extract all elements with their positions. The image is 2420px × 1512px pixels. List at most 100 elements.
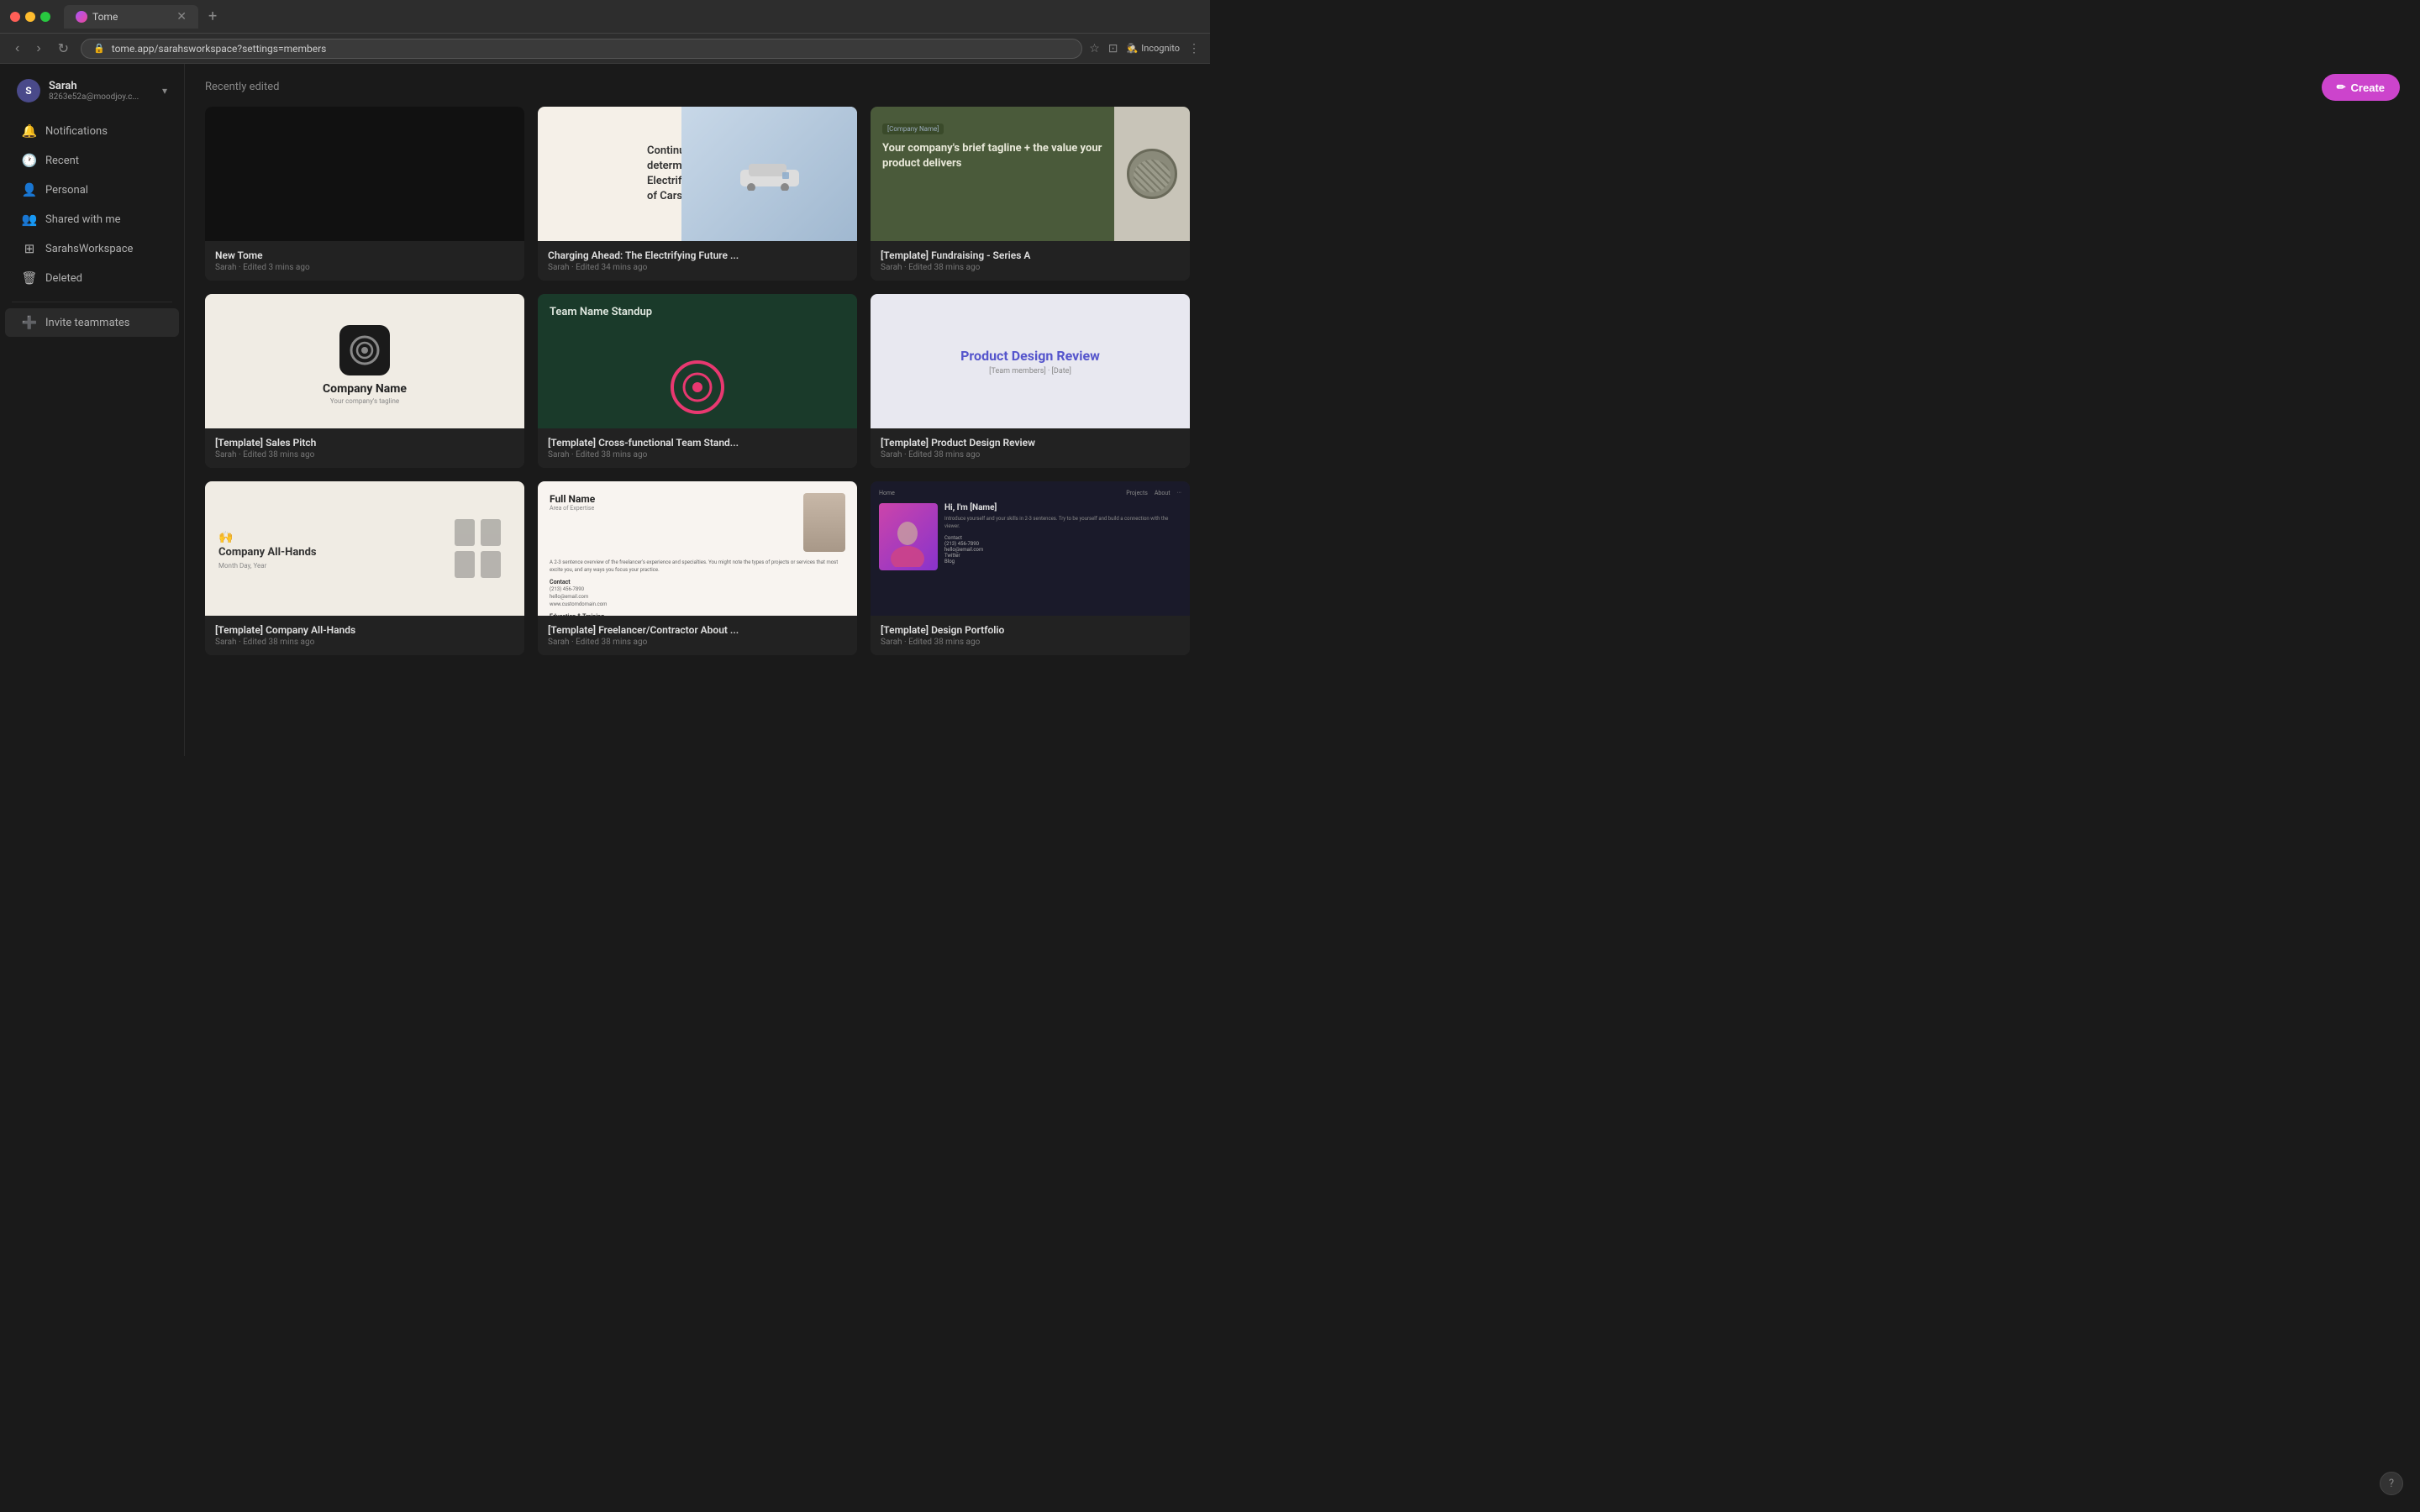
add-person-icon: ➕	[22, 315, 37, 330]
sales-logo	[339, 325, 390, 375]
section-title: Recently edited	[205, 81, 1190, 93]
url-text: tome.app/sarahsworkspace?settings=member…	[112, 43, 327, 55]
portfolio-home: Home	[879, 490, 895, 496]
product-title: Product Design Review	[960, 348, 1100, 364]
browser-tab[interactable]: Tome ✕	[64, 5, 198, 29]
minimize-button[interactable]	[25, 12, 35, 22]
create-button[interactable]: ✏ Create	[2322, 74, 2400, 101]
allhands-title: Company All-Hands	[218, 546, 444, 559]
invite-label: Invite teammates	[45, 317, 130, 329]
allhands-text: 🙌 Company All-Hands Month Day, Year	[218, 528, 444, 570]
card-title: [Template] Company All-Hands	[215, 624, 514, 636]
tab-title: Tome	[92, 11, 118, 23]
back-button[interactable]: ‹	[10, 39, 24, 58]
forward-button[interactable]: ›	[31, 39, 45, 58]
sidebar-item-label: Personal	[45, 184, 88, 197]
portfolio-description: Introduce yourself and your skills in 2-…	[944, 515, 1181, 530]
lock-icon: 🔒	[93, 43, 105, 54]
sidebar-item-deleted[interactable]: 🗑 Deleted	[5, 264, 179, 292]
sidebar-item-label: Recent	[45, 155, 79, 167]
main-content: Recently edited New Tome Sarah · Edited …	[185, 64, 1210, 756]
address-bar[interactable]: 🔒 tome.app/sarahsworkspace?settings=memb…	[81, 39, 1082, 59]
company-name-label: [Company Name]	[882, 123, 944, 134]
car-svg	[736, 157, 803, 191]
card-meta: Sarah · Edited 38 mins ago	[215, 450, 514, 459]
portfolio-image	[879, 503, 938, 570]
card-footer: [Template] Freelancer/Contractor About .…	[538, 616, 857, 655]
card-freelancer[interactable]: Full Name Area of Expertise A 2-3 senten…	[538, 481, 857, 655]
browser-chrome: Tome ✕ +	[0, 0, 1210, 34]
card-sales-pitch[interactable]: Company Name Your company's tagline [Tem…	[205, 294, 524, 468]
card-cross-functional[interactable]: Team Name Standup [Template] Cross-funct…	[538, 294, 857, 468]
card-charging-ahead[interactable]: Continuing with determination.: The Elec…	[538, 107, 857, 281]
card-footer: [Template] Sales Pitch Sarah · Edited 38…	[205, 428, 524, 468]
standup-title: Team Name Standup	[550, 306, 652, 318]
menu-icon[interactable]: ⋮	[1188, 42, 1200, 55]
area-expertise: Area of Expertise	[550, 505, 595, 512]
portfolio-person-svg	[882, 517, 933, 567]
card-meta: Sarah · Edited 38 mins ago	[548, 638, 847, 647]
edit-icon: ✏	[2337, 81, 2346, 94]
education-label: Education & Training	[550, 613, 845, 616]
bookmark-icon[interactable]: ☆	[1089, 42, 1100, 55]
fundraising-tagline: Your company's brief tagline + the value…	[882, 141, 1102, 171]
fundraising-right	[1114, 107, 1190, 241]
close-button[interactable]	[10, 12, 20, 22]
sidebar-item-personal[interactable]: 👤 Personal	[5, 176, 179, 204]
card-fundraising[interactable]: [Company Name] Your company's brief tagl…	[871, 107, 1190, 281]
full-name: Full Name	[550, 493, 595, 505]
card-meta: Sarah · Edited 3 mins ago	[215, 263, 514, 272]
card-preview: 🙌 Company All-Hands Month Day, Year	[205, 481, 524, 616]
help-button[interactable]: ?	[2380, 1472, 2403, 1495]
browser-nav-right: ☆ ⊡ 🕵 Incognito ⋮	[1089, 42, 1200, 55]
sidebar-item-shared[interactable]: 👥 Shared with me	[5, 205, 179, 234]
maximize-button[interactable]	[40, 12, 50, 22]
user-info: Sarah 8263e52a@moodjoy.c...	[49, 80, 154, 102]
sidebar-item-label: SarahsWorkspace	[45, 243, 133, 255]
portfolio-nav-projects: Projects	[1126, 490, 1148, 496]
hi-name: Hi, I'm [Name]	[944, 503, 1181, 512]
tab-close-button[interactable]: ✕	[176, 10, 187, 24]
circle-logo	[1127, 149, 1177, 199]
card-meta: Sarah · Edited 38 mins ago	[881, 263, 1180, 272]
product-subtitle: [Team members] · [Date]	[960, 367, 1100, 375]
grid-icon: ⊞	[22, 241, 37, 256]
incognito-label: Incognito	[1141, 43, 1180, 54]
card-preview: [Company Name] Your company's brief tagl…	[871, 107, 1190, 241]
user-profile[interactable]: S Sarah 8263e52a@moodjoy.c... ▾	[5, 72, 179, 109]
invite-teammates-button[interactable]: ➕ Invite teammates	[5, 308, 179, 337]
sidebar: S Sarah 8263e52a@moodjoy.c... ▾ 🔔 Notifi…	[0, 64, 185, 756]
avatar: S	[17, 79, 40, 102]
sidebar-item-notifications[interactable]: 🔔 Notifications	[5, 117, 179, 145]
extension-icon[interactable]: ⊡	[1108, 42, 1118, 55]
card-title: [Template] Cross-functional Team Stand..…	[548, 437, 847, 449]
tab-favicon	[76, 11, 87, 23]
sidebar-item-label: Deleted	[45, 272, 82, 285]
card-new-tome[interactable]: New Tome Sarah · Edited 3 mins ago	[205, 107, 524, 281]
card-preview	[205, 107, 524, 241]
freelancer-info: Full Name Area of Expertise	[550, 493, 595, 512]
card-title: New Tome	[215, 249, 514, 261]
card-title: [Template] Design Portfolio	[881, 624, 1180, 636]
card-title: [Template] Fundraising - Series A	[881, 249, 1180, 261]
card-preview: Full Name Area of Expertise A 2-3 senten…	[538, 481, 857, 616]
product-content: Product Design Review [Team members] · […	[960, 348, 1100, 375]
trash-icon: 🗑	[22, 270, 37, 286]
card-footer: Charging Ahead: The Electrifying Future …	[538, 241, 857, 281]
card-meta: Sarah · Edited 34 mins ago	[548, 263, 847, 272]
sidebar-item-label: Shared with me	[45, 213, 121, 226]
card-footer: [Template] Design Portfolio Sarah · Edit…	[871, 616, 1190, 655]
new-tab-button[interactable]: +	[208, 8, 217, 25]
app-layout: S Sarah 8263e52a@moodjoy.c... ▾ 🔔 Notifi…	[0, 64, 1210, 756]
freelancer-image	[803, 493, 845, 552]
incognito-icon: 🕵	[1127, 43, 1139, 54]
portfolio-main: Hi, I'm [Name] Introduce yourself and yo…	[879, 503, 1181, 607]
card-allhands[interactable]: 🙌 Company All-Hands Month Day, Year	[205, 481, 524, 655]
cards-grid: New Tome Sarah · Edited 3 mins ago Conti…	[205, 107, 1190, 655]
card-title: Charging Ahead: The Electrifying Future …	[548, 249, 847, 261]
sidebar-item-workspace[interactable]: ⊞ SarahsWorkspace	[5, 234, 179, 263]
reload-button[interactable]: ↻	[53, 39, 74, 59]
sidebar-item-recent[interactable]: 🕐 Recent	[5, 146, 179, 175]
card-product-design[interactable]: Product Design Review [Team members] · […	[871, 294, 1190, 468]
card-design-portfolio[interactable]: Home Projects About ···	[871, 481, 1190, 655]
